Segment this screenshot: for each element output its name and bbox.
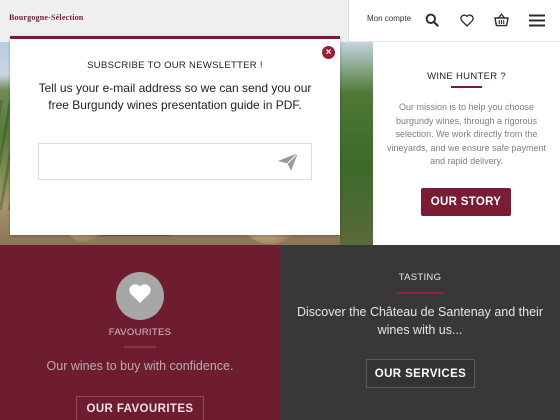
email-field[interactable] xyxy=(39,144,269,179)
title-underline xyxy=(124,346,156,348)
site-logo[interactable]: Bourgogne-Sélection xyxy=(9,13,83,22)
tasting-panel: TASTING Discover the Château de Santenay… xyxy=(280,245,560,420)
wine-hunter-panel: WINE HUNTER ? Our mission is to help you… xyxy=(373,42,560,245)
our-story-button[interactable]: OUR STORY xyxy=(421,188,511,216)
favourites-heart-badge xyxy=(116,272,164,320)
wine-hunter-text: Our mission is to help you choose burgun… xyxy=(386,102,547,166)
newsletter-text: Tell us your e-mail address so we can se… xyxy=(38,81,312,112)
newsletter-modal: × SUBSCRIBE TO OUR NEWSLETTER ! Tell us … xyxy=(10,36,340,235)
title-underline xyxy=(451,86,482,88)
hero-image-edge xyxy=(340,42,373,245)
close-icon[interactable]: × xyxy=(322,46,335,59)
account-link[interactable]: Mon compte xyxy=(367,14,411,23)
newsletter-title: SUBSCRIBE TO OUR NEWSLETTER ! xyxy=(87,60,263,71)
title-underline xyxy=(397,292,443,294)
our-services-button[interactable]: OUR SERVICES xyxy=(366,359,475,388)
our-favourites-button[interactable]: OUR FAVOURITES xyxy=(76,396,204,420)
basket-icon[interactable] xyxy=(492,11,510,29)
search-icon[interactable] xyxy=(423,11,441,29)
paper-plane-icon[interactable] xyxy=(275,150,301,174)
wine-hunter-title: WINE HUNTER ? xyxy=(427,71,506,82)
tasting-text: Discover the Château de Santenay and the… xyxy=(297,305,543,337)
heart-icon[interactable] xyxy=(458,11,476,29)
tasting-title: TASTING xyxy=(398,272,442,283)
favourites-text: Our wines to buy with confidence. xyxy=(46,359,234,373)
heart-icon xyxy=(128,283,152,309)
email-field-wrapper xyxy=(38,143,312,180)
favourites-panel: FAVOURITES Our wines to buy with confide… xyxy=(0,245,280,420)
menu-icon[interactable] xyxy=(528,11,546,29)
favourites-title: FAVOURITES xyxy=(108,327,172,338)
